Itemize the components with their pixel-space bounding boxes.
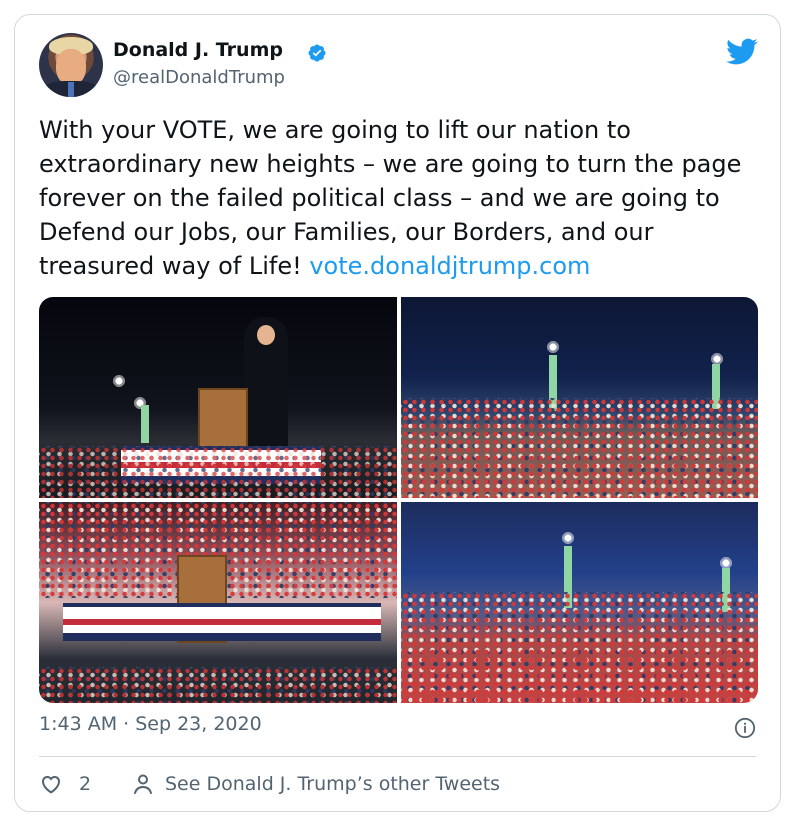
tweet-text: With your VOTE, we are going to lift our… bbox=[39, 113, 769, 283]
crowd-foreground bbox=[39, 666, 397, 703]
heart-icon bbox=[42, 775, 60, 794]
avatar-face bbox=[56, 49, 86, 85]
avatar[interactable] bbox=[39, 33, 103, 97]
stage-banner bbox=[63, 603, 381, 641]
speaker-figure bbox=[244, 317, 288, 467]
stadium-light bbox=[546, 340, 560, 354]
crowd bbox=[39, 445, 397, 498]
stadium-light bbox=[561, 531, 575, 545]
rally-image-podium-crowd[interactable] bbox=[39, 502, 397, 703]
tweet-card[interactable]: Donald J. Trump @realDonaldTrump With yo… bbox=[14, 14, 781, 812]
rally-image-night-crowd[interactable] bbox=[401, 297, 758, 498]
see-other-tweets-label: See Donald J. Trump’s other Tweets bbox=[165, 773, 501, 795]
crowd bbox=[401, 592, 758, 703]
author-name[interactable]: Donald J. Trump bbox=[113, 39, 283, 61]
like-count: 2 bbox=[79, 773, 92, 795]
rally-image-speaker-stage[interactable] bbox=[39, 297, 397, 498]
verified-badge-icon bbox=[308, 44, 326, 62]
stage-light bbox=[112, 374, 126, 388]
crowd bbox=[401, 397, 758, 498]
see-other-tweets-link[interactable]: See Donald J. Trump’s other Tweets bbox=[131, 772, 500, 796]
twitter-bird-icon[interactable] bbox=[726, 35, 758, 67]
tweet-media[interactable] bbox=[39, 297, 758, 703]
avatar-tie bbox=[68, 82, 74, 97]
lighting-tower bbox=[141, 405, 149, 443]
person-icon bbox=[134, 774, 152, 794]
author-handle[interactable]: @realDonaldTrump bbox=[113, 67, 285, 88]
rally-image-wide-crowd[interactable] bbox=[401, 502, 758, 703]
tweet-link[interactable]: vote.donaldjtrump.com bbox=[309, 252, 590, 280]
tweet-timestamp[interactable]: 1:43 AM · Sep 23, 2020 bbox=[39, 713, 262, 735]
info-icon[interactable] bbox=[734, 717, 756, 739]
footer-divider bbox=[39, 756, 756, 757]
like-button[interactable] bbox=[39, 772, 63, 796]
